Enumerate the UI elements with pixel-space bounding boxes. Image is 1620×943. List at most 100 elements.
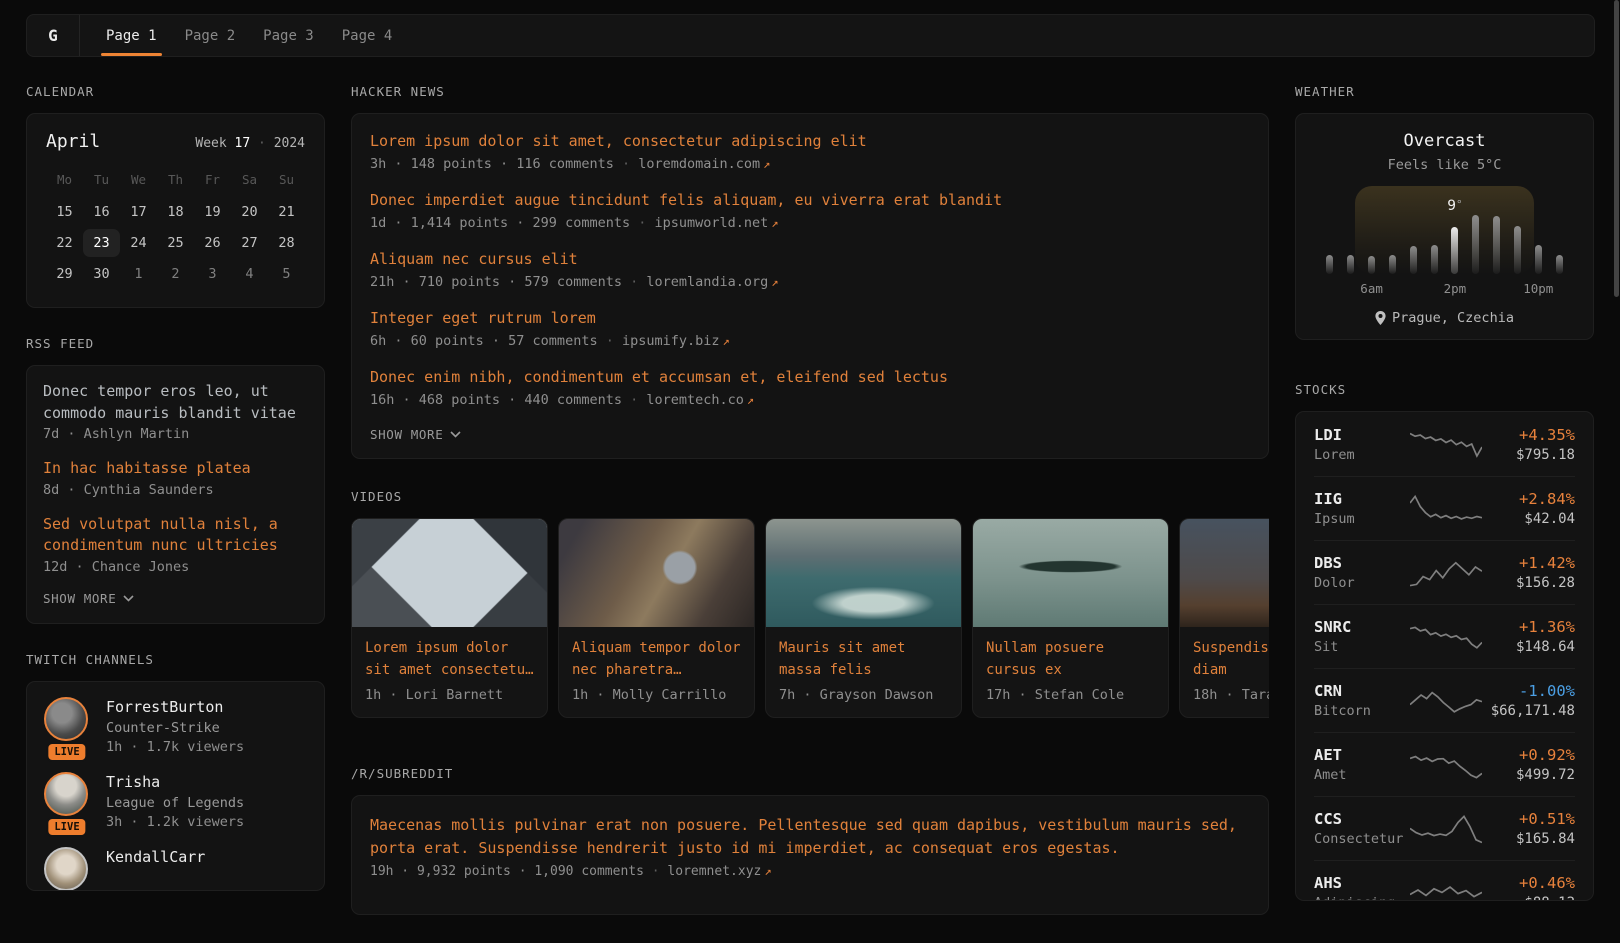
nav-tab-page-1[interactable]: Page 1 [92, 15, 171, 56]
weather-bar-slot [1465, 215, 1486, 274]
avatar [44, 697, 88, 741]
source-domain-link[interactable]: ipsumify.biz [622, 333, 720, 349]
subreddit-post: Maecenas mollis pulvinar erat non posuer… [370, 814, 1250, 879]
video-title-link[interactable]: Lorem ipsum dolor sit amet consectetu… [365, 638, 534, 681]
stock-sparkline [1410, 878, 1482, 902]
video-card-body: Nullam posuere cursus ex 17h · Stefan Col… [973, 627, 1168, 717]
twitch-section-title: TWITCH CHANNELS [26, 652, 325, 667]
separator-dot: · [606, 333, 614, 349]
hackernews-item-link[interactable]: Integer eget rutrum lorem [370, 309, 1250, 328]
twitch-channel-row[interactable]: LIVEForrestBurtonCounter-Strike1h · 1.7k… [43, 697, 308, 755]
hackernews-item: Donec enim nibh, condimentum et accumsan… [370, 368, 1250, 408]
weather-section-title: WEATHER [1295, 84, 1594, 99]
subreddit-post-link[interactable]: Maecenas mollis pulvinar erat non posuer… [370, 814, 1250, 860]
external-link-icon: ↗ [723, 334, 730, 348]
calendar-day[interactable]: 2 [157, 260, 194, 288]
calendar-day[interactable]: 4 [231, 260, 268, 288]
nav-tab-page-4[interactable]: Page 4 [328, 15, 407, 56]
rss-card: Donec tempor eros leo, ut commodo mauris… [26, 365, 325, 624]
calendar-day[interactable]: 3 [194, 260, 231, 288]
video-meta: 17h · Stefan Cole [986, 687, 1155, 703]
source-domain-link[interactable]: loremlandia.org [646, 274, 768, 290]
stock-row[interactable]: CRNBitcorn-1.00%$66,171.48 [1314, 668, 1575, 732]
twitch-channel-name[interactable]: ForrestBurton [106, 698, 223, 716]
video-card[interactable]: Aliquam tempor dolor nec pharetra…1h · M… [558, 518, 755, 718]
item-meta: 16h · 468 points · 440 comments · loremt… [370, 392, 1250, 408]
rss-item: In hac habitasse platea8d · Cynthia Saun… [43, 458, 308, 498]
calendar-day[interactable]: 26 [194, 229, 231, 257]
hackernews-item-link[interactable]: Lorem ipsum dolor sit amet, consectetur … [370, 132, 1250, 151]
calendar-day[interactable]: 25 [157, 229, 194, 257]
twitch-channel-name[interactable]: KendallCarr [106, 848, 205, 866]
nav-tab-page-3[interactable]: Page 3 [249, 15, 328, 56]
video-title-link[interactable]: Mauris sit amet massa felis [779, 638, 948, 681]
calendar-day[interactable]: 16 [83, 198, 120, 226]
twitch-card: LIVEForrestBurtonCounter-Strike1h · 1.7k… [26, 681, 325, 891]
stock-row[interactable]: CCSConsectetur+0.51%$165.84 [1314, 796, 1575, 860]
stock-price: $156.28 [1482, 575, 1575, 591]
video-card[interactable]: Suspendisse tempor diam18h · Tara [1179, 518, 1269, 718]
hackernews-item-link[interactable]: Donec enim nibh, condimentum et accumsan… [370, 368, 1250, 387]
stock-row[interactable]: LDILorem+4.35%$795.18 [1314, 412, 1575, 476]
calendar-day[interactable]: 21 [268, 198, 305, 226]
subreddit-card: Maecenas mollis pulvinar erat non posuer… [351, 795, 1269, 915]
twitch-channel-row[interactable]: KendallCarr [43, 847, 308, 891]
calendar-day[interactable]: 20 [231, 198, 268, 226]
rss-item-link[interactable]: Donec tempor eros leo, ut commodo mauris… [43, 381, 308, 424]
video-title-link[interactable]: Suspendisse tempor diam [1193, 638, 1269, 681]
item-meta: 6h · 60 points · 57 comments · ipsumify.… [370, 333, 1250, 349]
page-scrollbar[interactable] [1614, 0, 1619, 297]
calendar-day[interactable]: 27 [231, 229, 268, 257]
calendar-day[interactable]: 29 [46, 260, 83, 288]
app-logo[interactable]: G [27, 15, 79, 56]
calendar-day-selected[interactable]: 23 [83, 229, 120, 257]
twitch-channel-row[interactable]: LIVETrishaLeague of Legends3h · 1.2k vie… [43, 772, 308, 830]
rss-show-more-button[interactable]: SHOW MORE [43, 591, 308, 606]
video-card-body: Suspendisse tempor diam18h · Tara [1180, 627, 1269, 717]
source-domain-link[interactable]: loremtech.co [646, 392, 744, 408]
video-card[interactable]: Mauris sit amet massa felis7h · Grayson … [765, 518, 962, 718]
calendar-day[interactable]: 28 [268, 229, 305, 257]
calendar-section-title: CALENDAR [26, 84, 325, 99]
stocks-card: LDILorem+4.35%$795.18IIGIpsum+2.84%$42.0… [1295, 411, 1594, 901]
time-axis-label: 6am [1360, 281, 1383, 296]
calendar-day[interactable]: 15 [46, 198, 83, 226]
calendar-day[interactable]: 17 [120, 198, 157, 226]
rss-item-link[interactable]: In hac habitasse platea [43, 458, 308, 480]
source-domain-link[interactable]: loremdomain.com [638, 156, 760, 172]
video-title-link[interactable]: Nullam posuere cursus ex [986, 638, 1155, 681]
stock-sparkline [1410, 750, 1482, 780]
calendar-day[interactable]: 24 [120, 229, 157, 257]
stock-values: +0.92%$499.72 [1482, 746, 1575, 783]
hackernews-item-link[interactable]: Donec imperdiet augue tincidunt felis al… [370, 191, 1250, 210]
twitch-widget: TWITCH CHANNELS LIVEForrestBurtonCounter… [26, 652, 325, 891]
nav-tab-page-2[interactable]: Page 2 [171, 15, 250, 56]
stock-row[interactable]: AHSAdipiscing+0.46%$88.12 [1314, 860, 1575, 901]
chevron-down-icon [450, 431, 461, 438]
stock-row[interactable]: SNRCSit+1.36%$148.64 [1314, 604, 1575, 668]
video-title-link[interactable]: Aliquam tempor dolor nec pharetra… [572, 638, 741, 681]
stock-row[interactable]: IIGIpsum+2.84%$42.04 [1314, 476, 1575, 540]
calendar-day-header: Sa [231, 167, 268, 195]
calendar-day[interactable]: 18 [157, 198, 194, 226]
hackernews-item-link[interactable]: Aliquam nec cursus elit [370, 250, 1250, 269]
twitch-channel-name[interactable]: Trisha [106, 773, 160, 791]
hackernews-list: Lorem ipsum dolor sit amet, consectetur … [370, 132, 1250, 408]
stock-change: +4.35% [1482, 426, 1575, 444]
calendar-day[interactable]: 5 [268, 260, 305, 288]
stock-row[interactable]: DBSDolor+1.42%$156.28 [1314, 540, 1575, 604]
video-card[interactable]: Lorem ipsum dolor sit amet consectetu…1h… [351, 518, 548, 718]
calendar-day[interactable]: 30 [83, 260, 120, 288]
calendar-day[interactable]: 1 [120, 260, 157, 288]
stock-row[interactable]: AETAmet+0.92%$499.72 [1314, 732, 1575, 796]
calendar-day[interactable]: 22 [46, 229, 83, 257]
rss-item-link[interactable]: Sed volutpat nulla nisl, a condimentum n… [43, 514, 308, 557]
source-domain-link[interactable]: loremnet.xyz [667, 864, 761, 879]
calendar-day[interactable]: 19 [194, 198, 231, 226]
stock-symbol: LDI [1314, 426, 1410, 444]
hackernews-show-more-button[interactable]: SHOW MORE [370, 427, 1250, 442]
source-domain-link[interactable]: ipsumworld.net [655, 215, 769, 231]
video-card[interactable]: Nullam posuere cursus ex 17h · Stefan Col… [972, 518, 1169, 718]
stock-symbol: DBS [1314, 554, 1410, 572]
location-text: Prague, Czechia [1392, 310, 1514, 326]
